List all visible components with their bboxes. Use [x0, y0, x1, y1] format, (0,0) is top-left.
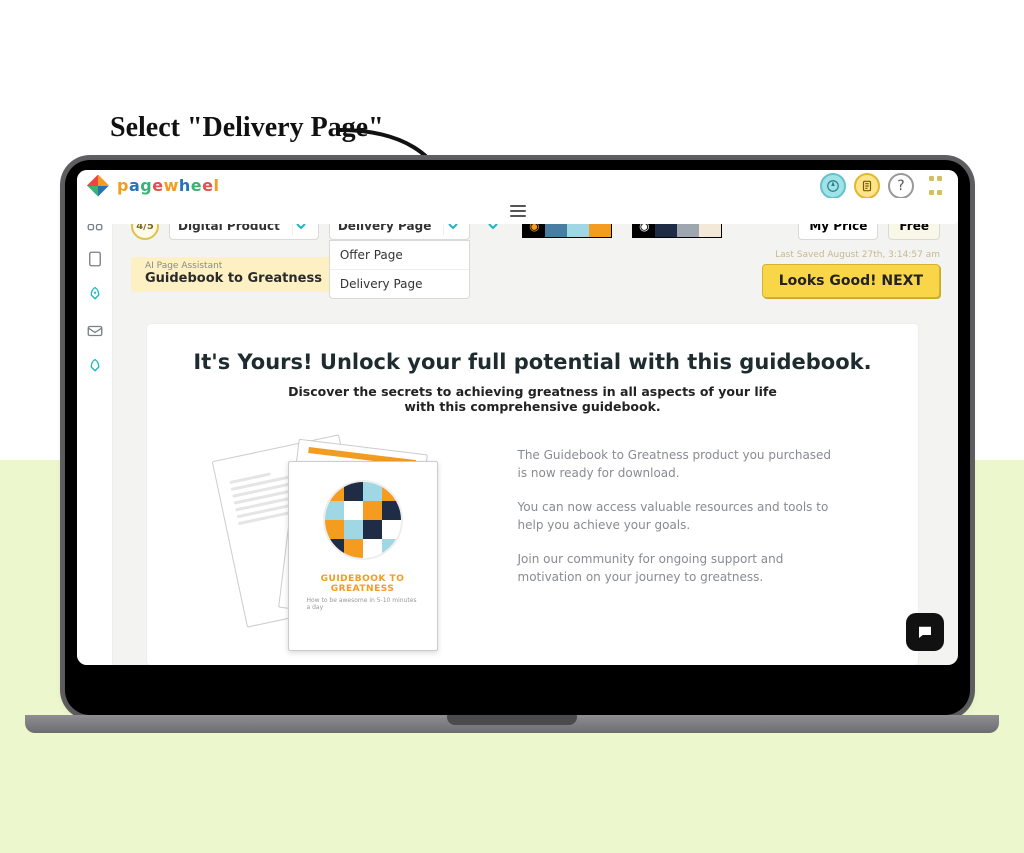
rocket-icon[interactable]: [86, 286, 104, 304]
page-headline[interactable]: It's Yours! Unlock your full potential w…: [187, 350, 878, 374]
body-paragraph: You can now access valuable resources an…: [518, 498, 838, 534]
apps-grid-icon[interactable]: [922, 173, 948, 199]
header-compass-button[interactable]: [820, 173, 846, 199]
assistant-label: AI Page Assistant: [145, 261, 322, 271]
laptop-screen: pagewheel ? 4/5: [77, 170, 958, 665]
last-saved-text: Last Saved August 27th, 3:14:57 am: [775, 250, 940, 260]
ai-assistant-chip[interactable]: AI Page Assistant Guidebook to Greatness: [131, 257, 336, 292]
body-paragraph: The Guidebook to Greatness product you p…: [518, 446, 838, 482]
mail-icon[interactable]: [86, 322, 104, 340]
hamburger-menu-icon[interactable]: [77, 198, 958, 224]
assistant-title: Guidebook to Greatness: [145, 271, 322, 286]
page-canvas: It's Yours! Unlock your full potential w…: [147, 324, 918, 665]
page-type-option-offer[interactable]: Offer Page: [330, 241, 470, 269]
page-icon[interactable]: [86, 250, 104, 268]
page-subhead[interactable]: Discover the secrets to achieving greatn…: [273, 384, 793, 414]
annotation-text: Select "Delivery Page": [110, 112, 384, 144]
brand-wordmark: pagewheel: [117, 176, 219, 195]
toolbar-row-2: AI Page Assistant Guidebook to Greatness…: [131, 250, 940, 298]
side-rail: [77, 202, 113, 665]
app-header: pagewheel ?: [77, 170, 958, 202]
page-body-text[interactable]: The Guidebook to Greatness product you p…: [518, 446, 838, 602]
laptop-base: [25, 715, 999, 739]
page-type-menu: Offer Page Delivery Page: [329, 240, 471, 299]
chat-fab[interactable]: [906, 613, 944, 651]
pinwheel-logo-icon: [87, 175, 109, 197]
cover-pattern-icon: [323, 480, 403, 560]
rocket-icon-2[interactable]: [86, 358, 104, 376]
laptop-frame: pagewheel ? 4/5: [65, 160, 970, 715]
next-button[interactable]: Looks Good! NEXT: [762, 264, 940, 298]
product-mockup[interactable]: GUIDEBOOK TO GREATNESS How to be awesome…: [228, 446, 478, 646]
chat-icon: [916, 623, 934, 641]
help-button[interactable]: ?: [888, 173, 914, 199]
page-type-option-delivery[interactable]: Delivery Page: [330, 269, 470, 298]
cover-title: GUIDEBOOK TO GREATNESS: [307, 574, 419, 594]
body-paragraph: Join our community for ongoing support a…: [518, 550, 838, 586]
header-notes-button[interactable]: [854, 173, 880, 199]
cover-subtitle: How to be awesome in 5-10 minutes a day: [307, 597, 419, 611]
mockup-cover: GUIDEBOOK TO GREATNESS How to be awesome…: [288, 461, 438, 651]
